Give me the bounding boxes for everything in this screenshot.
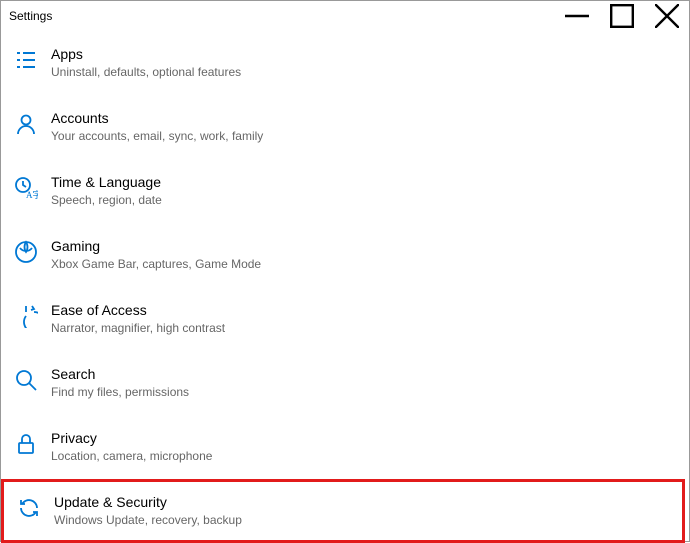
category-title: Update & Security [54, 493, 242, 511]
category-title: Search [51, 365, 189, 383]
category-privacy[interactable]: Privacy Location, camera, microphone [13, 415, 689, 479]
category-search[interactable]: Search Find my files, permissions [13, 351, 689, 415]
category-title: Accounts [51, 109, 263, 127]
maximize-button[interactable] [599, 1, 644, 31]
privacy-icon [13, 431, 39, 457]
minimize-icon [565, 4, 589, 28]
search-icon [13, 367, 39, 393]
svg-text:A字: A字 [26, 189, 38, 200]
category-desc: Location, camera, microphone [51, 448, 212, 465]
category-text: Update & Security Windows Update, recove… [54, 493, 242, 529]
window-title: Settings [9, 9, 52, 23]
accounts-icon [13, 111, 39, 137]
category-update-security[interactable]: Update & Security Windows Update, recove… [1, 479, 685, 543]
category-text: Privacy Location, camera, microphone [51, 429, 212, 465]
category-text: Search Find my files, permissions [51, 365, 189, 401]
category-title: Ease of Access [51, 301, 225, 319]
time-language-icon: A字 [13, 175, 39, 201]
titlebar: Settings [1, 1, 689, 31]
close-button[interactable] [644, 1, 689, 31]
maximize-icon [610, 4, 634, 28]
category-title: Time & Language [51, 173, 162, 191]
category-time-language[interactable]: A字 Time & Language Speech, region, date [13, 159, 689, 223]
category-text: Time & Language Speech, region, date [51, 173, 162, 209]
category-text: Accounts Your accounts, email, sync, wor… [51, 109, 263, 145]
apps-icon [13, 47, 39, 73]
update-security-icon [16, 495, 42, 521]
category-accounts[interactable]: Accounts Your accounts, email, sync, wor… [13, 95, 689, 159]
category-title: Gaming [51, 237, 261, 255]
ease-of-access-icon [13, 303, 39, 329]
category-desc: Narrator, magnifier, high contrast [51, 320, 225, 337]
category-desc: Speech, region, date [51, 192, 162, 209]
settings-categories: Apps Uninstall, defaults, optional featu… [1, 31, 689, 543]
category-title: Apps [51, 45, 241, 63]
category-ease-of-access[interactable]: Ease of Access Narrator, magnifier, high… [13, 287, 689, 351]
category-text: Ease of Access Narrator, magnifier, high… [51, 301, 225, 337]
close-icon [655, 4, 679, 28]
category-text: Gaming Xbox Game Bar, captures, Game Mod… [51, 237, 261, 273]
category-gaming[interactable]: Gaming Xbox Game Bar, captures, Game Mod… [13, 223, 689, 287]
category-desc: Uninstall, defaults, optional features [51, 64, 241, 81]
window-controls [554, 1, 689, 31]
minimize-button[interactable] [554, 1, 599, 31]
category-desc: Find my files, permissions [51, 384, 189, 401]
category-title: Privacy [51, 429, 212, 447]
category-desc: Your accounts, email, sync, work, family [51, 128, 263, 145]
category-desc: Windows Update, recovery, backup [54, 512, 242, 529]
category-text: Apps Uninstall, defaults, optional featu… [51, 45, 241, 81]
gaming-icon [13, 239, 39, 265]
category-apps[interactable]: Apps Uninstall, defaults, optional featu… [13, 31, 689, 95]
category-desc: Xbox Game Bar, captures, Game Mode [51, 256, 261, 273]
